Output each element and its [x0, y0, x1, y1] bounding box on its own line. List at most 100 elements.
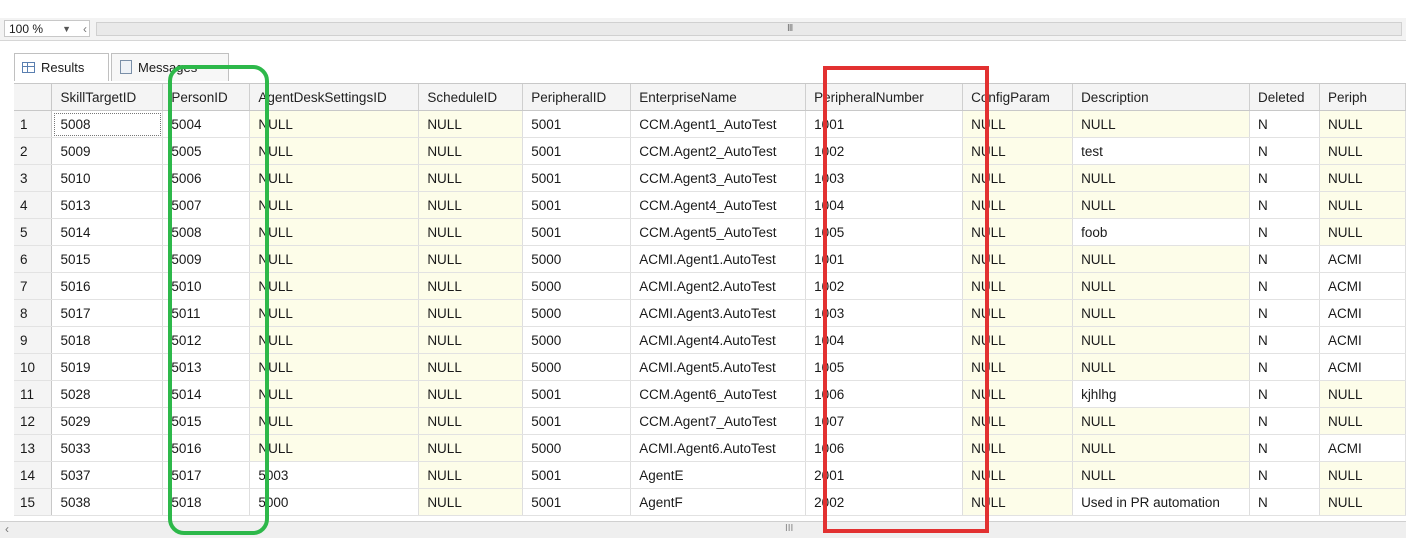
table-cell[interactable]: NULL: [1072, 299, 1251, 327]
column-header[interactable]: SkillTargetID: [51, 84, 164, 111]
table-cell[interactable]: 5019: [51, 353, 164, 381]
table-cell[interactable]: foob: [1072, 218, 1251, 246]
row-number[interactable]: 5: [14, 218, 53, 246]
table-cell[interactable]: 5029: [51, 407, 164, 435]
table-cell[interactable]: NULL: [418, 407, 524, 435]
table-cell[interactable]: NULL: [418, 191, 524, 219]
table-cell[interactable]: 5017: [51, 299, 164, 327]
table-cell[interactable]: N: [1249, 461, 1320, 489]
table-cell[interactable]: AgentE: [630, 461, 807, 489]
table-cell[interactable]: CCM.Agent6_AutoTest: [630, 380, 807, 408]
table-cell[interactable]: ACMI.Agent2.AutoTest: [630, 272, 807, 300]
table-cell[interactable]: NULL: [249, 407, 420, 435]
tab-results[interactable]: Results: [14, 53, 109, 81]
table-cell[interactable]: N: [1249, 353, 1320, 381]
table-cell[interactable]: NULL: [249, 218, 420, 246]
table-cell[interactable]: NULL: [1319, 218, 1406, 246]
table-cell[interactable]: 5016: [51, 272, 164, 300]
table-cell[interactable]: NULL: [1072, 164, 1251, 192]
table-cell[interactable]: NULL: [1072, 191, 1251, 219]
column-header[interactable]: Periph: [1319, 84, 1406, 111]
row-number[interactable]: 4: [14, 191, 53, 219]
table-cell[interactable]: ACMI: [1319, 326, 1406, 354]
table-cell[interactable]: 5038: [51, 488, 164, 516]
row-number[interactable]: 9: [14, 326, 53, 354]
table-cell[interactable]: NULL: [249, 137, 420, 165]
table-cell[interactable]: N: [1249, 326, 1320, 354]
table-cell[interactable]: NULL: [1072, 245, 1251, 273]
row-number[interactable]: 2: [14, 137, 53, 165]
table-cell[interactable]: CCM.Agent7_AutoTest: [630, 407, 807, 435]
table-cell[interactable]: NULL: [418, 488, 524, 516]
table-cell[interactable]: 5000: [522, 326, 632, 354]
table-cell[interactable]: CCM.Agent2_AutoTest: [630, 137, 807, 165]
row-number[interactable]: 8: [14, 299, 53, 327]
table-cell[interactable]: NULL: [418, 137, 524, 165]
table-cell[interactable]: N: [1249, 380, 1320, 408]
table-cell[interactable]: N: [1249, 488, 1320, 516]
table-cell[interactable]: kjhlhg: [1072, 380, 1251, 408]
table-cell[interactable]: 5001: [522, 488, 632, 516]
table-cell[interactable]: 5037: [51, 461, 164, 489]
table-cell[interactable]: ACMI.Agent4.AutoTest: [630, 326, 807, 354]
table-cell[interactable]: NULL: [418, 164, 524, 192]
column-header[interactable]: ScheduleID: [418, 84, 524, 111]
table-cell[interactable]: CCM.Agent3_AutoTest: [630, 164, 807, 192]
table-cell[interactable]: NULL: [418, 380, 524, 408]
table-cell[interactable]: N: [1249, 272, 1320, 300]
row-number[interactable]: 3: [14, 164, 53, 192]
table-cell[interactable]: NULL: [418, 326, 524, 354]
table-cell[interactable]: 5010: [51, 164, 164, 192]
column-header[interactable]: Deleted: [1249, 84, 1320, 111]
table-cell[interactable]: ACMI: [1319, 434, 1406, 462]
table-cell[interactable]: NULL: [249, 380, 420, 408]
table-cell[interactable]: ACMI: [1319, 299, 1406, 327]
table-cell[interactable]: NULL: [1319, 191, 1406, 219]
table-cell[interactable]: NULL: [249, 272, 420, 300]
table-cell[interactable]: ACMI: [1319, 272, 1406, 300]
table-cell[interactable]: 5000: [522, 353, 632, 381]
column-header[interactable]: Description: [1072, 84, 1251, 111]
table-cell[interactable]: ACMI: [1319, 353, 1406, 381]
row-number[interactable]: 15: [14, 488, 53, 516]
row-number[interactable]: 12: [14, 407, 53, 435]
row-number[interactable]: 1: [14, 110, 53, 138]
table-cell[interactable]: NULL: [1319, 488, 1406, 516]
table-cell[interactable]: 5014: [51, 218, 164, 246]
table-cell[interactable]: ACMI.Agent3.AutoTest: [630, 299, 807, 327]
table-cell[interactable]: ACMI.Agent5.AutoTest: [630, 353, 807, 381]
table-cell[interactable]: NULL: [1319, 137, 1406, 165]
table-cell[interactable]: 5000: [522, 245, 632, 273]
column-header[interactable]: AgentDeskSettingsID: [249, 84, 420, 111]
chevron-down-icon[interactable]: ▼: [62, 21, 71, 38]
table-cell[interactable]: NULL: [418, 434, 524, 462]
table-cell[interactable]: N: [1249, 299, 1320, 327]
table-cell[interactable]: N: [1249, 218, 1320, 246]
table-cell[interactable]: CCM.Agent1_AutoTest: [630, 110, 807, 138]
row-number[interactable]: 13: [14, 434, 53, 462]
table-cell[interactable]: NULL: [418, 353, 524, 381]
table-cell[interactable]: Used in PR automation: [1072, 488, 1251, 516]
table-cell[interactable]: NULL: [1072, 407, 1251, 435]
table-cell[interactable]: ACMI.Agent6.AutoTest: [630, 434, 807, 462]
table-cell[interactable]: NULL: [1319, 407, 1406, 435]
table-cell[interactable]: 5001: [522, 110, 632, 138]
table-cell[interactable]: 5033: [51, 434, 164, 462]
table-cell[interactable]: 5000: [249, 488, 420, 516]
table-cell[interactable]: NULL: [418, 245, 524, 273]
table-cell[interactable]: NULL: [418, 110, 524, 138]
table-cell[interactable]: NULL: [1319, 461, 1406, 489]
table-cell[interactable]: NULL: [249, 434, 420, 462]
column-header[interactable]: PeripheralID: [522, 84, 632, 111]
table-cell[interactable]: 5001: [522, 137, 632, 165]
table-cell[interactable]: NULL: [418, 272, 524, 300]
table-cell[interactable]: 5001: [522, 218, 632, 246]
table-cell[interactable]: 5009: [51, 137, 164, 165]
table-cell[interactable]: 5001: [522, 191, 632, 219]
table-cell[interactable]: NULL: [1319, 164, 1406, 192]
table-cell[interactable]: 5001: [522, 164, 632, 192]
table-cell[interactable]: test: [1072, 137, 1251, 165]
table-cell[interactable]: NULL: [1072, 353, 1251, 381]
table-cell[interactable]: 5013: [51, 191, 164, 219]
table-cell[interactable]: N: [1249, 434, 1320, 462]
